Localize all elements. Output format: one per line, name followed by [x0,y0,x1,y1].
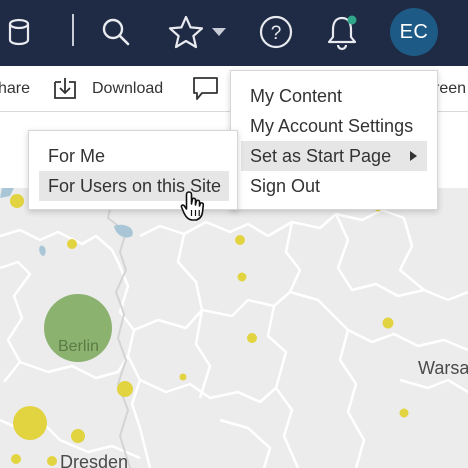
notification-dot [347,15,357,25]
share-button[interactable]: hare [0,80,30,98]
download-button[interactable]: Download [92,80,163,98]
submenu-item-for-me[interactable]: For Me [39,141,229,171]
map-label-warsaw: Warsa [418,358,468,378]
toolbar-divider [72,14,74,46]
account-menu: My Content My Account Settings Set as St… [230,70,438,210]
map-label-berlin: Berlin [58,338,99,355]
star-icon[interactable] [166,12,206,52]
submenu-arrow-icon [410,151,417,161]
menu-item-my-content[interactable]: My Content [241,81,427,111]
notification-bell-icon[interactable] [322,12,362,52]
search-icon[interactable] [98,12,134,52]
chevron-down-icon[interactable] [208,12,230,52]
help-icon[interactable]: ? [256,12,296,52]
map-view[interactable]: Berlin Dresden Warsa [0,188,468,468]
menu-item-set-as-start-page[interactable]: Set as Start Page [241,141,427,171]
menu-item-sign-out[interactable]: Sign Out [241,171,427,201]
user-avatar[interactable]: EC [390,8,438,56]
comment-icon[interactable] [192,76,220,107]
hand-pointer-cursor-icon [180,190,208,227]
menu-item-label: Set as Start Page [250,145,392,166]
database-icon[interactable] [2,12,36,52]
fullscreen-button[interactable]: reen [434,80,466,98]
menu-item-my-account-settings[interactable]: My Account Settings [241,111,427,141]
top-navigation-bar: ? EC [0,0,468,66]
app-screen: ? EC hare Download reen Berlin Dresden W… [0,0,468,468]
download-icon[interactable] [52,76,78,107]
map-canvas [0,188,468,468]
map-label-dresden: Dresden [60,452,129,468]
svg-text:?: ? [271,23,282,44]
